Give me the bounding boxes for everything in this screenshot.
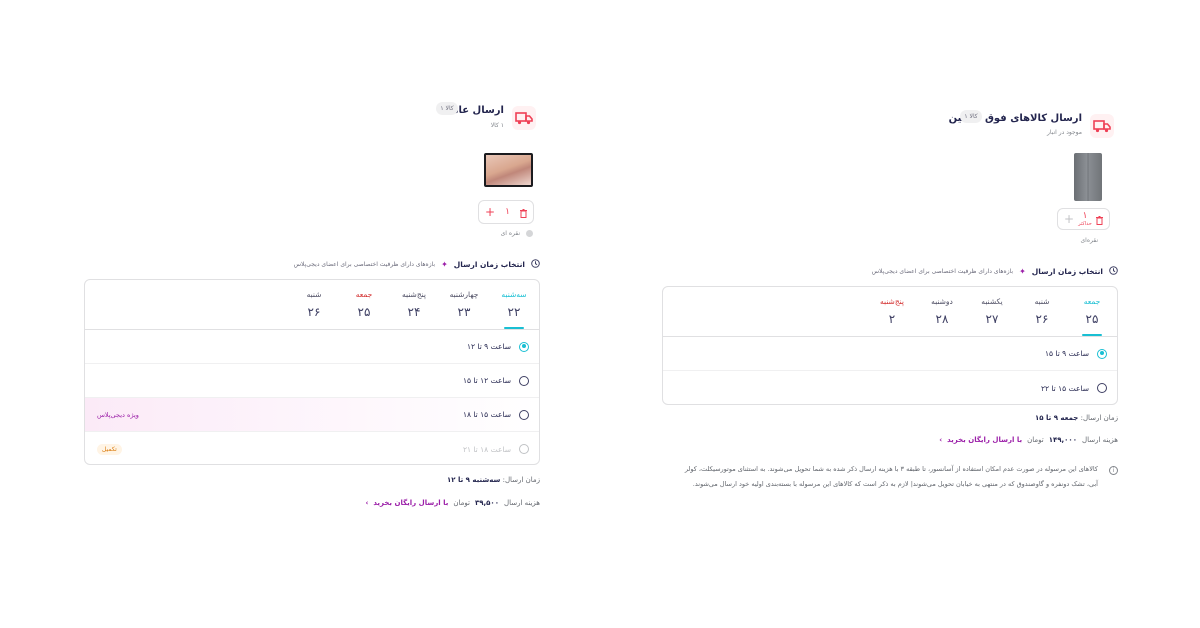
time-slot: ساعت ۱۸ تا ۲۱ تکمیل (85, 432, 539, 464)
shipment-count: ۱ کالا (490, 122, 504, 129)
shipping-cost-label: هزینه ارسال (1081, 436, 1118, 444)
shipping-cost-value: ۳۹,۵۰۰ (474, 499, 499, 507)
radio[interactable] (519, 409, 529, 420)
truck-icon (512, 106, 536, 130)
digiplus-note: بازه‌های دارای ظرفیت اختصاصی برای اعضای … (293, 261, 436, 268)
day-tabs: جمعه ۲۵ شنبه ۲۶ یکشنبه ۲۷ دوشنبه ۲۸ پنج‌شنبه… (663, 287, 1117, 337)
day-tab[interactable]: پنج‌شنبه ۲۴ (389, 280, 439, 329)
time-slot[interactable]: ساعت ۱۵ تا ۱۸ ویژه دیجی‌پلاس (85, 398, 539, 432)
full-badge: تکمیل (97, 443, 122, 455)
day-tab[interactable]: یکشنبه ۲۷ (967, 287, 1017, 336)
day-tab[interactable]: سه‌شنبه ۲۲ (489, 280, 539, 329)
item-count-badge: کالا ۱ (436, 102, 458, 115)
day-tab[interactable]: جمعه ۲۵ (339, 280, 389, 329)
time-slot[interactable]: ساعت ۹ تا ۱۲ (85, 330, 539, 364)
radio[interactable] (519, 375, 529, 386)
delivery-time-title: انتخاب زمان ارسال (1031, 267, 1103, 276)
chevron-left-icon[interactable]: ‹ (939, 436, 942, 444)
day-tab[interactable]: دوشنبه ۲۸ (917, 287, 967, 336)
clock-icon (1109, 266, 1118, 277)
heavy-goods-info: کالاهای این مرسوله در صورت عدم امکان است… (684, 465, 1098, 488)
time-slot[interactable]: ساعت ۱۲ تا ۱۵ (85, 364, 539, 398)
digiplus-icon: ✦ (441, 260, 448, 269)
color-swatch (526, 230, 533, 237)
product-image-fridge[interactable] (1074, 153, 1102, 201)
day-tab[interactable]: شنبه ۲۶ (1017, 287, 1067, 336)
shipping-cost-label: هزینه ارسال (503, 499, 540, 507)
currency: تومان (453, 499, 470, 507)
plus-icon-disabled: + (1064, 212, 1075, 226)
radio-disabled (519, 444, 529, 454)
quantity-value: ۱ (1082, 211, 1088, 221)
delivery-calendar: سه‌شنبه ۲۲ چهارشنبه ۲۳ پنج‌شنبه ۲۴ جمعه ۲۵ ش… (84, 279, 540, 465)
quantity-value: ۱ (505, 207, 510, 217)
day-tabs: سه‌شنبه ۲۲ چهارشنبه ۲۳ پنج‌شنبه ۲۴ جمعه ۲۵ ش… (85, 280, 539, 330)
digiplus-special-label: ویژه دیجی‌پلاس (97, 410, 139, 419)
delivery-calendar: جمعه ۲۵ شنبه ۲۶ یکشنبه ۲۷ دوشنبه ۲۸ پنج‌شنبه… (662, 286, 1118, 405)
item-count-badge: کالا ۱ (960, 110, 982, 123)
radio-selected[interactable] (519, 341, 529, 352)
radio[interactable] (1097, 383, 1107, 393)
truck-icon (1090, 114, 1114, 138)
shipping-cost-line: هزینه ارسال ۳۹,۵۰۰ تومان با ارسال رایگان… (365, 499, 540, 507)
shipping-cost-line: هزینه ارسال ۱۴۹,۰۰۰ تومان با ارسال رایگا… (939, 436, 1118, 444)
delivery-time-title: انتخاب زمان ارسال (453, 260, 525, 269)
shipping-cost-value: ۱۴۹,۰۰۰ (1048, 436, 1077, 444)
delivery-time-header: انتخاب زمان ارسال ✦ بازه‌های دارای ظرفیت… (294, 259, 540, 270)
shipment-stock: موجود در انبار (1046, 129, 1082, 136)
digiplus-icon: ✦ (1019, 267, 1026, 276)
info-icon: i (1109, 466, 1118, 475)
trash-icon[interactable] (520, 203, 527, 222)
clock-icon (531, 259, 540, 270)
quantity-stepper: + ۱ (478, 200, 534, 224)
radio-selected[interactable] (1097, 348, 1107, 359)
product-color-note: نقره‌ای (1080, 237, 1098, 244)
plus-icon[interactable]: + (485, 205, 495, 219)
day-tab[interactable]: پنج‌شنبه ۲ (867, 287, 917, 336)
quantity-stepper: + ۱ حداکثر (1057, 208, 1110, 230)
product-color-note: نقره ای (500, 230, 520, 237)
currency: تومان (1027, 436, 1044, 444)
trash-icon[interactable] (1095, 210, 1103, 229)
day-tab[interactable]: شنبه ۲۶ (289, 280, 339, 329)
free-shipping-link[interactable]: با ارسال رایگان بخرید (373, 499, 448, 507)
max-label: حداکثر (1078, 221, 1092, 227)
chevron-left-icon[interactable]: ‹ (365, 499, 368, 507)
day-tab[interactable]: جمعه ۲۵ (1067, 287, 1117, 336)
digiplus-note: بازه‌های دارای ظرفیت اختصاصی برای اعضای … (871, 268, 1014, 275)
free-shipping-link[interactable]: با ارسال رایگان بخرید (947, 436, 1022, 444)
product-image-laptop[interactable] (484, 153, 533, 187)
delivery-time-summary: زمان ارسال: سه‌شنبه ۹ تا ۱۲ (446, 476, 540, 484)
day-tab[interactable]: چهارشنبه ۲۳ (439, 280, 489, 329)
time-slot[interactable]: ساعت ۱۵ تا ۲۲ (663, 371, 1117, 404)
delivery-time-summary: زمان ارسال: جمعه ۹ تا ۱۵ (1035, 414, 1118, 422)
time-slot[interactable]: ساعت ۹ تا ۱۵ (663, 337, 1117, 371)
delivery-time-header: انتخاب زمان ارسال ✦ بازه‌های دارای ظرفیت… (872, 266, 1118, 277)
